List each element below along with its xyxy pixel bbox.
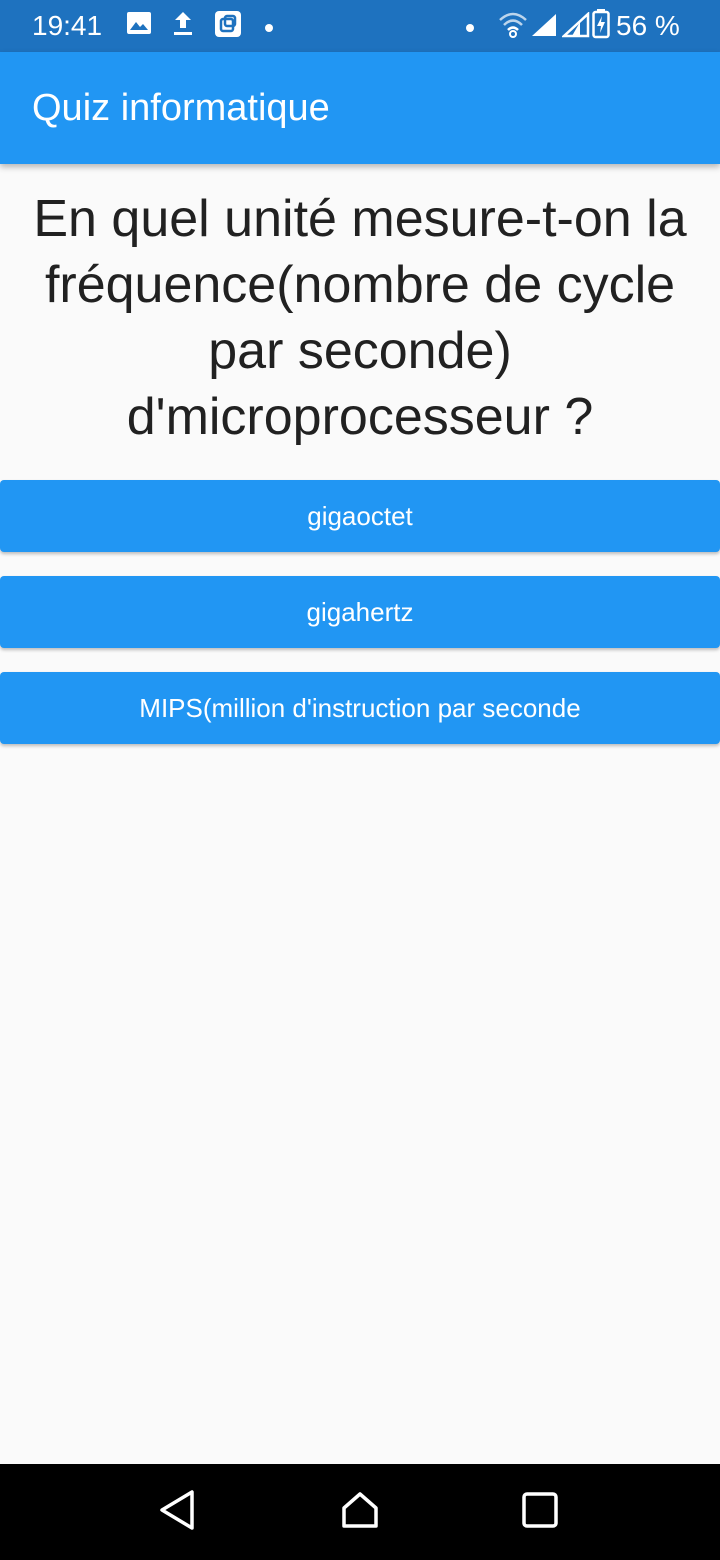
signal-icon [530, 12, 558, 43]
dot-icon [465, 20, 475, 38]
question-text: En quel unité mesure-t-on la fréquence(n… [33, 190, 687, 446]
back-button[interactable] [148, 1484, 208, 1540]
battery-charging-icon [592, 9, 610, 44]
app-bar: Quiz informatique [0, 52, 720, 164]
recents-icon [521, 1491, 559, 1534]
home-icon [340, 1490, 380, 1535]
wifi-icon [498, 10, 528, 43]
navigation-bar [0, 1464, 720, 1560]
home-button[interactable] [330, 1484, 390, 1540]
status-bar: 19:41 56 % [0, 0, 720, 52]
app-title: Quiz informatique [32, 87, 330, 129]
answer-button-1[interactable]: gigaoctet [0, 480, 720, 552]
app-notification-icon [214, 10, 242, 43]
upload-icon [172, 10, 194, 43]
image-icon [126, 10, 152, 41]
recents-button[interactable] [510, 1484, 570, 1540]
dot-icon [264, 20, 274, 38]
signal-icon [560, 11, 590, 43]
answer-button-2[interactable]: gigahertz [0, 576, 720, 648]
status-time: 19:41 [32, 10, 103, 41]
answer-button-3[interactable]: MIPS(million d'instruction par seconde [0, 672, 720, 744]
back-icon [158, 1488, 198, 1537]
battery-percent: 56 % [616, 10, 680, 41]
screen: 19:41 56 % Quiz informatique En quel uni… [0, 0, 720, 1560]
